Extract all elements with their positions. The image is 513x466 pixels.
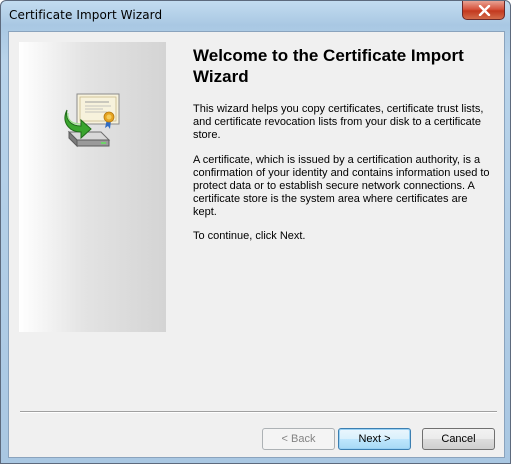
continue-instruction: To continue, click Next. — [193, 230, 306, 242]
back-button[interactable]: < Back — [262, 428, 335, 450]
next-button[interactable]: Next > — [338, 428, 411, 450]
certificate-description-paragraph: A certificate, which is issued by a cert… — [193, 154, 490, 218]
divider — [20, 411, 497, 413]
wizard-side-panel — [19, 42, 166, 332]
wizard-heading: Welcome to the Certificate Import Wizard — [193, 46, 464, 86]
wizard-client-area: Welcome to the Certificate Import Wizard… — [8, 31, 505, 458]
intro-paragraph: This wizard helps you copy certificates,… — [193, 103, 484, 141]
close-button[interactable] — [462, 1, 505, 20]
wizard-window: Certificate Import Wizard Welcome to the… — [0, 0, 511, 464]
certificate-import-icon — [64, 93, 120, 148]
title-bar[interactable]: Certificate Import Wizard — [1, 1, 510, 31]
cancel-button[interactable]: Cancel — [422, 428, 495, 450]
window-title: Certificate Import Wizard — [9, 8, 163, 22]
close-icon — [478, 5, 491, 16]
